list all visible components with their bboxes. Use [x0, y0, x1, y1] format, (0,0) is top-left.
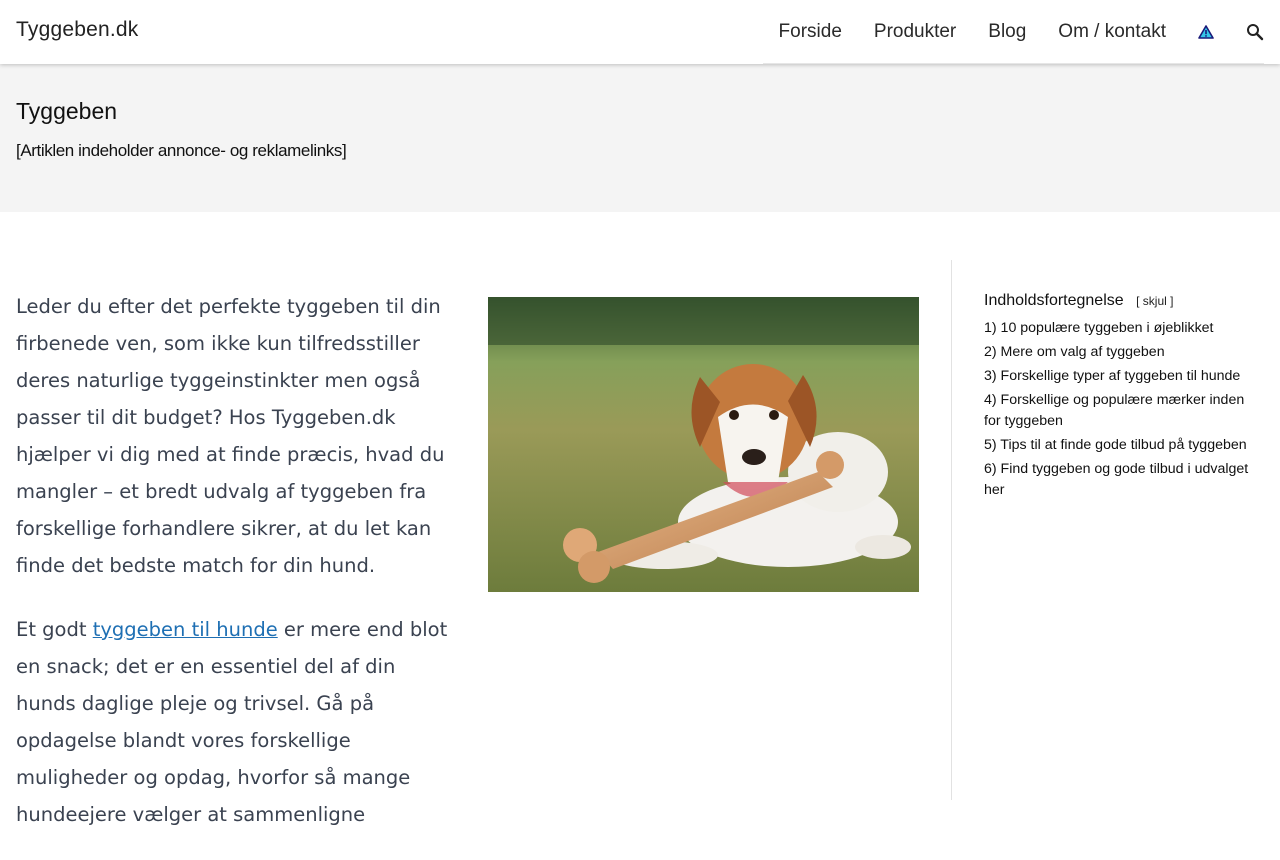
dog-with-bone-image [488, 297, 919, 592]
paragraph-text: Et godt [16, 618, 87, 641]
table-of-contents: Indholdsfortegnelse [ skjul ] 1) 10 popu… [984, 292, 1264, 504]
main-nav: Forside Produkter Blog Om / kontakt [762, 0, 1264, 64]
nav-produkter[interactable]: Produkter [874, 21, 956, 43]
nav-om-kontakt[interactable]: Om / kontakt [1058, 21, 1166, 43]
page-hero: Tyggeben [Artiklen indeholder annonce- o… [0, 64, 1280, 212]
page-title: Tyggeben [16, 98, 118, 124]
intro-paragraph: Leder du efter det perfekte tyggeben til… [16, 295, 445, 577]
site-title[interactable]: Tyggeben.dk [16, 18, 138, 42]
site-header: Tyggeben.dk Forside Produkter Blog Om / … [0, 0, 1280, 64]
ad-disclaimer: [Artiklen indeholder annonce- og reklame… [16, 141, 347, 160]
toc-header: Indholdsfortegnelse [ skjul ] [984, 292, 1264, 310]
toc-item[interactable]: 5) Tips til at finde gode tilbud på tygg… [984, 435, 1264, 456]
tyggeben-link[interactable]: tyggeben til hunde [93, 618, 278, 641]
toc-title: Indholdsfortegnelse [984, 292, 1124, 309]
nav-forside[interactable]: Forside [779, 21, 842, 43]
warning-icon[interactable] [1198, 24, 1214, 39]
search-icon[interactable] [1246, 23, 1264, 41]
toc-item[interactable]: 4) Forskellige og populære mærker inden … [984, 390, 1264, 432]
paragraph-text: er mere end blot en snack; det er en ess… [16, 618, 448, 826]
nav-blog[interactable]: Blog [988, 21, 1026, 43]
toc-item[interactable]: 3) Forskellige typer af tyggeben til hun… [984, 366, 1264, 387]
toc-hide-toggle[interactable]: [ skjul ] [1136, 294, 1173, 308]
toc-item[interactable]: 2) Mere om valg af tyggeben [984, 342, 1264, 363]
toc-item[interactable]: 1) 10 populære tyggeben i øjeblikket [984, 318, 1264, 339]
column-divider [951, 260, 952, 800]
toc-item[interactable]: 6) Find tyggeben og gode tilbud i udvalg… [984, 459, 1264, 501]
article-text: Leder du efter det perfekte tyggeben til… [16, 288, 456, 860]
